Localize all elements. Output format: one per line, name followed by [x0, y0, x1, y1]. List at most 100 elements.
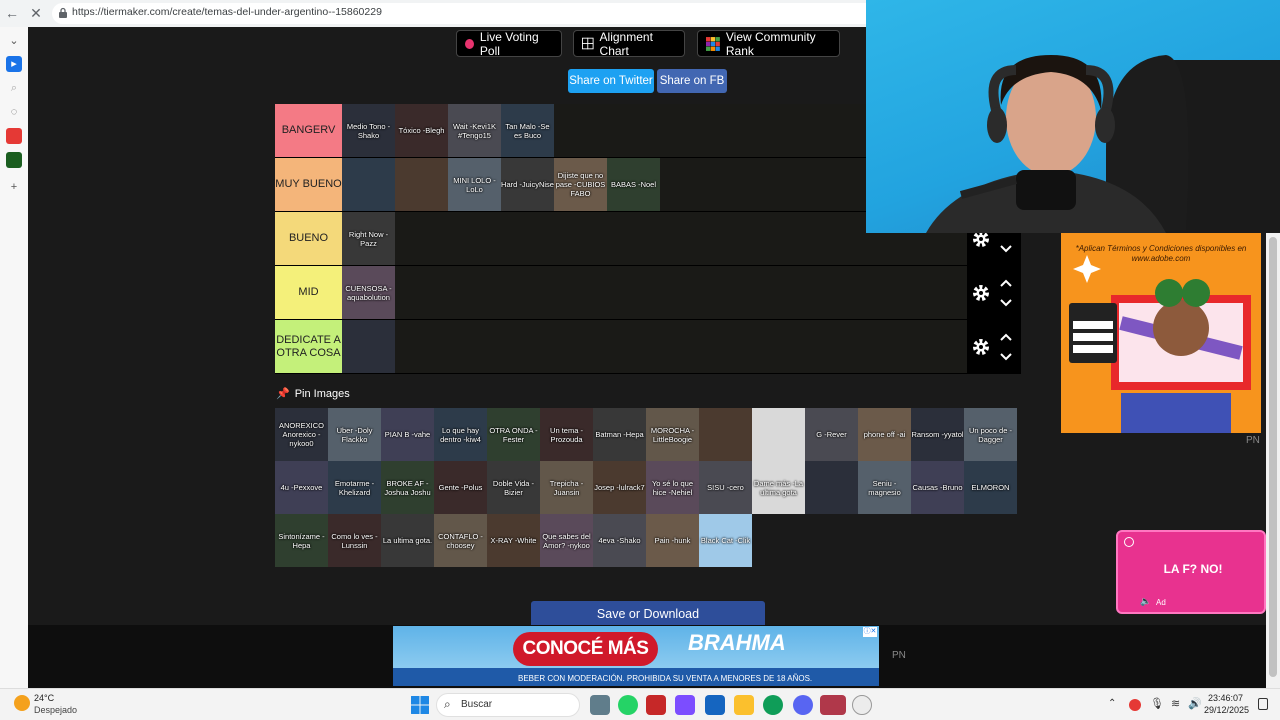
share-twitter-button[interactable]: Share on Twitter — [568, 69, 654, 93]
page-scrollbar[interactable] — [1266, 233, 1280, 688]
pin-image-thumbnail[interactable]: G -Rever — [805, 408, 858, 461]
chevron-down-icon[interactable] — [999, 352, 1013, 362]
pin-image-thumbnail[interactable]: X-RAY -White — [487, 514, 540, 567]
tier-item-thumbnail[interactable]: BABAS -Noel — [607, 158, 660, 211]
youtube-icon[interactable] — [6, 128, 22, 144]
chevron-up-icon[interactable] — [999, 332, 1013, 342]
tier-label[interactable]: BANGERV — [275, 104, 342, 157]
pin-image-thumbnail[interactable]: BROKE AF -Joshua Joshu — [381, 461, 434, 514]
pin-image-thumbnail[interactable]: Uber -Doly Flackko — [328, 408, 381, 461]
copilot-icon[interactable] — [675, 695, 695, 715]
tier-item-thumbnail[interactable]: Tóxico -Blegh — [395, 104, 448, 157]
chevron-up-icon[interactable] — [999, 278, 1013, 288]
pin-image-thumbnail[interactable]: Batman -Hepa — [593, 408, 646, 461]
pin-image-thumbnail[interactable]: CONTAFLO -choosey — [434, 514, 487, 567]
clock-time[interactable]: 23:46:07 — [1208, 693, 1243, 703]
pin-image-thumbnail[interactable]: MOROCHA -LittleBoogie — [646, 408, 699, 461]
pin-image-thumbnail[interactable]: PIAN B -vahe — [381, 408, 434, 461]
float-ad-close-icon[interactable] — [1124, 537, 1134, 547]
pin-image-thumbnail[interactable] — [752, 408, 805, 461]
pin-image-thumbnail[interactable]: ELMORON — [964, 461, 1017, 514]
tier-item-thumbnail[interactable] — [342, 320, 395, 373]
bottom-ad-banner[interactable]: CONOCÉ MÁS BRAHMA BEBER CON MODERACIÓN. … — [393, 626, 879, 686]
tray-app-icon[interactable] — [1129, 699, 1141, 711]
tray-chevron-icon[interactable]: ⌃ — [1108, 698, 1116, 709]
app-icon-blue[interactable]: ▸ — [6, 56, 22, 72]
pin-image-thumbnail[interactable]: Sintonízame -Hepa — [275, 514, 328, 567]
pin-image-thumbnail[interactable]: Un poco de -Dagger — [964, 408, 1017, 461]
kick-icon[interactable] — [6, 152, 22, 168]
pin-image-thumbnail[interactable]: Josep -lulrack7 — [593, 461, 646, 514]
pin-image-thumbnail[interactable] — [699, 408, 752, 461]
whatsapp-icon[interactable] — [618, 695, 638, 715]
pin-image-thumbnail[interactable]: Dame más -La ultima gota — [752, 461, 805, 514]
file-explorer-icon[interactable] — [734, 695, 754, 715]
pin-image-thumbnail[interactable]: 4u -Pexxove — [275, 461, 328, 514]
pin-image-thumbnail[interactable]: ANOREXICO Anorexico -nykoo0 — [275, 408, 328, 461]
pin-image-thumbnail[interactable]: 4eva -Shako — [593, 514, 646, 567]
obs-icon[interactable] — [852, 695, 872, 715]
tier-item-thumbnail[interactable]: Right Now -Pazz — [342, 212, 395, 265]
weather-icon[interactable] — [14, 695, 30, 711]
pin-image-thumbnail[interactable]: Emotarme -Khelizard — [328, 461, 381, 514]
stop-icon[interactable]: ✕ — [27, 4, 45, 22]
mute-icon[interactable]: 🔈 — [1140, 596, 1151, 607]
pin-image-thumbnail[interactable]: Trepicha -Juansin — [540, 461, 593, 514]
mail-icon[interactable] — [646, 695, 666, 715]
loading-icon[interactable]: ◌ — [6, 104, 22, 120]
wifi-icon[interactable]: ≋ — [1171, 697, 1180, 710]
task-view-icon[interactable] — [590, 695, 610, 715]
taskbar-search[interactable]: ⌕ Buscar — [436, 693, 580, 717]
pin-image-thumbnail[interactable]: Yo sé lo que hice -Nehiel — [646, 461, 699, 514]
ad-cta-button[interactable]: CONOCÉ MÁS — [513, 632, 658, 666]
tier-label[interactable]: DEDICATE A OTRA COSA — [275, 320, 342, 373]
tier-item-thumbnail[interactable]: CUENSOSA -aquabolution — [342, 266, 395, 319]
save-download-button[interactable]: Save or Download — [531, 601, 765, 627]
address-bar[interactable]: https://tiermaker.com/create/temas-del-u… — [52, 3, 866, 24]
store-icon[interactable] — [705, 695, 725, 715]
mic-icon[interactable]: 🎙 — [1150, 697, 1164, 710]
pin-image-thumbnail[interactable]: Doble Vida -Bizier — [487, 461, 540, 514]
scrollbar-thumb[interactable] — [1269, 237, 1277, 677]
pin-image-thumbnail[interactable]: Black Cat -Clik — [699, 514, 752, 567]
active-app-icon[interactable] — [820, 695, 846, 715]
clock-date[interactable]: 29/12/2025 — [1204, 705, 1249, 715]
community-rank-button[interactable]: View Community Rank — [697, 30, 840, 58]
tier-item-thumbnail[interactable]: Medio Tono -Shako — [342, 104, 395, 157]
ad-choices-icon[interactable]: ⓘ✕ — [863, 627, 877, 637]
pin-image-thumbnail[interactable]: Causas -Bruno — [911, 461, 964, 514]
discord-icon[interactable] — [793, 695, 813, 715]
gear-icon[interactable] — [971, 283, 991, 303]
chevron-down-icon[interactable] — [999, 244, 1013, 254]
alignment-chart-button[interactable]: Alignment Chart — [573, 30, 685, 58]
tier-item-thumbnail[interactable]: Tan Malo -Se es Buco — [501, 104, 554, 157]
tier-item-thumbnail[interactable] — [395, 158, 448, 211]
pin-image-thumbnail[interactable] — [805, 461, 858, 514]
gear-icon[interactable] — [971, 337, 991, 357]
tier-item-thumbnail[interactable]: Dijiste que no pase -CUBIOS FABO — [554, 158, 607, 211]
pin-image-thumbnail[interactable]: Pain -hunk — [646, 514, 699, 567]
search-icon[interactable]: ⌕ — [6, 80, 22, 96]
pin-image-thumbnail[interactable]: Ransom -yyatol — [911, 408, 964, 461]
pin-image-thumbnail[interactable]: SISU -cero — [699, 461, 752, 514]
tier-item-thumbnail[interactable]: MINI LOLO -LoLo — [448, 158, 501, 211]
edge-icon[interactable] — [763, 695, 783, 715]
windows-start-icon[interactable] — [410, 695, 430, 715]
share-fb-button[interactable]: Share on FB — [657, 69, 727, 93]
pin-image-thumbnail[interactable]: La ultima gota. — [381, 514, 434, 567]
side-ad-banner[interactable]: *Aplican Términos y Condiciones disponib… — [1061, 233, 1261, 433]
tier-label[interactable]: MUY BUENO — [275, 158, 342, 211]
pin-image-thumbnail[interactable]: Lo que hay dentro -kiw4 — [434, 408, 487, 461]
pin-image-thumbnail[interactable]: Como lo ves -Lunssin — [328, 514, 381, 567]
floating-ad[interactable]: LA F? NO! Ad 🔈 — [1116, 530, 1266, 614]
tier-item-thumbnail[interactable]: Wait -Kevi1K #Tengo15 — [448, 104, 501, 157]
tier-label[interactable]: BUENO — [275, 212, 342, 265]
add-icon[interactable]: + — [6, 179, 22, 195]
pin-image-thumbnail[interactable]: Un tema -Prozouda — [540, 408, 593, 461]
tier-item-thumbnail[interactable] — [342, 158, 395, 211]
tier-label[interactable]: MID — [275, 266, 342, 319]
pin-image-thumbnail[interactable]: Seniu -magnesio — [858, 461, 911, 514]
tier-item-thumbnail[interactable]: Hard -JuicyNise — [501, 158, 554, 211]
notification-icon[interactable] — [1258, 698, 1268, 710]
collapse-icon[interactable]: ⌄ — [6, 33, 22, 49]
